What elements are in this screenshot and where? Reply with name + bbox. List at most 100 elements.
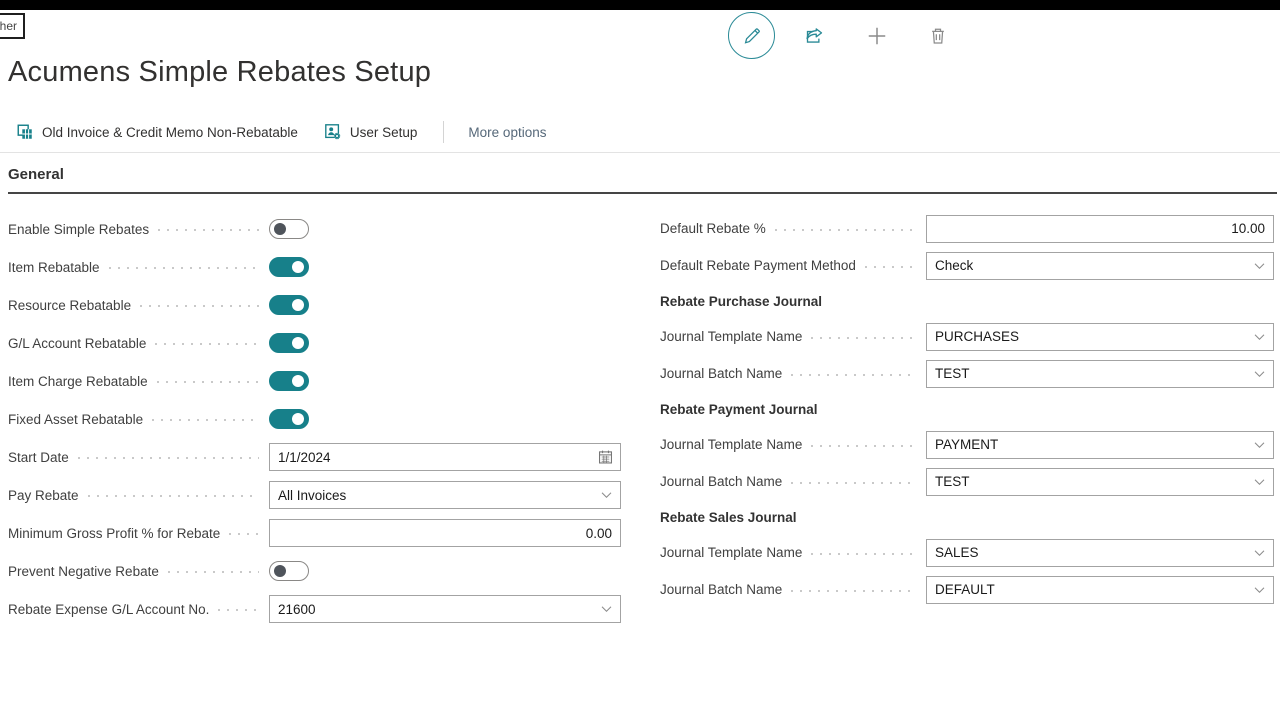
dotted-leader [811,553,916,555]
sales-journal-template-select[interactable]: SALES [926,539,1274,567]
dotted-leader [811,337,916,339]
dotted-leader [78,457,259,459]
general-section-title[interactable]: General [8,166,1277,194]
top-black-bar [0,0,1280,10]
field-label: Fixed Asset Rebatable [8,412,143,427]
field-sales-journal-template: Journal Template Name SALES [660,534,1274,571]
default-rebate-pct-input[interactable]: 10.00 [926,215,1274,243]
item-rebatable-toggle[interactable] [269,257,309,277]
field-gl-account-rebatable: G/L Account Rebatable [8,324,621,362]
field-purchase-journal-template: Journal Template Name PURCHASES [660,318,1274,355]
clipped-nav-chip-label: her [0,19,17,33]
sales-journal-batch-select[interactable]: DEFAULT [926,576,1274,604]
gl-account-rebatable-toggle[interactable] [269,333,309,353]
field-resource-rebatable: Resource Rebatable [8,286,621,324]
field-label: Resource Rebatable [8,298,131,313]
toggle-knob [292,413,304,425]
chevron-down-icon[interactable] [599,488,614,503]
page-action-bar [728,12,948,59]
purchase-journal-template-value: PURCHASES [935,329,1019,344]
rebate-expense-account-select[interactable]: 21600 [269,595,621,623]
calendar-icon[interactable] [597,449,614,466]
dotted-leader [158,229,259,231]
action-user-setup[interactable]: User Setup [324,123,418,141]
new-button[interactable] [866,25,888,47]
sales-journal-batch-value: DEFAULT [935,582,995,597]
field-payment-journal-template: Journal Template Name PAYMENT [660,426,1274,463]
field-label: G/L Account Rebatable [8,336,146,351]
field-label: Journal Template Name [660,437,802,452]
action-old-invoice-label: Old Invoice & Credit Memo Non-Rebatable [42,125,298,140]
dotted-leader [88,495,259,497]
fixed-asset-rebatable-toggle[interactable] [269,409,309,429]
chevron-down-icon[interactable] [1252,329,1267,344]
default-rebate-payment-method-select[interactable]: Check [926,252,1274,280]
field-label: Journal Template Name [660,545,802,560]
toggle-knob [292,261,304,273]
trash-icon [928,25,948,46]
action-old-invoice-credit-memo[interactable]: Old Invoice & Credit Memo Non-Rebatable [16,123,298,141]
dotted-leader [791,374,916,376]
field-label: Prevent Negative Rebate [8,564,159,579]
fields-column-right: Default Rebate % 10.00 Default Rebate Pa… [660,210,1274,608]
field-item-rebatable: Item Rebatable [8,248,621,286]
action-bar-divider [443,121,444,143]
more-options-button[interactable]: More options [468,125,546,140]
min-gross-profit-input[interactable]: 0.00 [269,519,621,547]
dotted-leader [152,419,259,421]
field-enable-simple-rebates: Enable Simple Rebates [8,210,621,248]
default-rebate-payment-method-value: Check [935,258,973,273]
share-button[interactable] [804,25,825,46]
user-gear-icon [324,123,342,141]
purchase-journal-template-select[interactable]: PURCHASES [926,323,1274,351]
chevron-down-icon[interactable] [1252,545,1267,560]
dotted-leader [109,267,259,269]
toggle-knob [292,337,304,349]
chevron-down-icon[interactable] [599,602,614,617]
pay-rebate-select[interactable]: All Invoices [269,481,621,509]
payment-journal-template-select[interactable]: PAYMENT [926,431,1274,459]
min-gross-profit-value: 0.00 [586,526,612,541]
item-charge-rebatable-toggle[interactable] [269,371,309,391]
purchase-journal-batch-select[interactable]: TEST [926,360,1274,388]
field-payment-journal-batch: Journal Batch Name TEST [660,463,1274,500]
field-label: Default Rebate Payment Method [660,258,856,273]
start-date-value: 1/1/2024 [278,450,331,465]
field-prevent-negative-rebate: Prevent Negative Rebate [8,552,621,590]
chevron-down-icon[interactable] [1252,366,1267,381]
pay-rebate-value: All Invoices [278,488,346,503]
edit-button[interactable] [728,12,775,59]
default-rebate-pct-value: 10.00 [1231,221,1265,236]
page-title: Acumens Simple Rebates Setup [8,56,431,89]
fields-column-left: Enable Simple Rebates Item Rebatable Res… [8,210,621,628]
payment-journal-batch-value: TEST [935,474,970,489]
general-section-header: General [8,166,1277,194]
field-label: Journal Template Name [660,329,802,344]
field-label: Pay Rebate [8,488,79,503]
group-rebate-purchase-journal: Rebate Purchase Journal [660,284,1274,318]
payment-journal-batch-select[interactable]: TEST [926,468,1274,496]
field-fixed-asset-rebatable: Fixed Asset Rebatable [8,400,621,438]
chevron-down-icon[interactable] [1252,258,1267,273]
field-label: Rebate Expense G/L Account No. [8,602,209,617]
field-label: Minimum Gross Profit % for Rebate [8,526,220,541]
start-date-input[interactable]: 1/1/2024 [269,443,621,471]
field-label: Item Rebatable [8,260,100,275]
delete-button[interactable] [928,25,948,46]
toggle-knob [292,375,304,387]
toolbar-divider [0,152,1280,153]
enable-simple-rebates-toggle[interactable] [269,219,309,239]
prevent-negative-rebate-toggle[interactable] [269,561,309,581]
field-label: Start Date [8,450,69,465]
clipped-nav-chip[interactable]: her [0,13,25,39]
field-label: Default Rebate % [660,221,766,236]
resource-rebatable-toggle[interactable] [269,295,309,315]
chevron-down-icon[interactable] [1252,474,1267,489]
purchase-journal-batch-value: TEST [935,366,970,381]
dotted-leader [791,590,916,592]
chevron-down-icon[interactable] [1252,582,1267,597]
dotted-leader [140,305,259,307]
action-bar: Old Invoice & Credit Memo Non-Rebatable … [16,119,546,145]
rebate-expense-account-value: 21600 [278,602,316,617]
chevron-down-icon[interactable] [1252,437,1267,452]
